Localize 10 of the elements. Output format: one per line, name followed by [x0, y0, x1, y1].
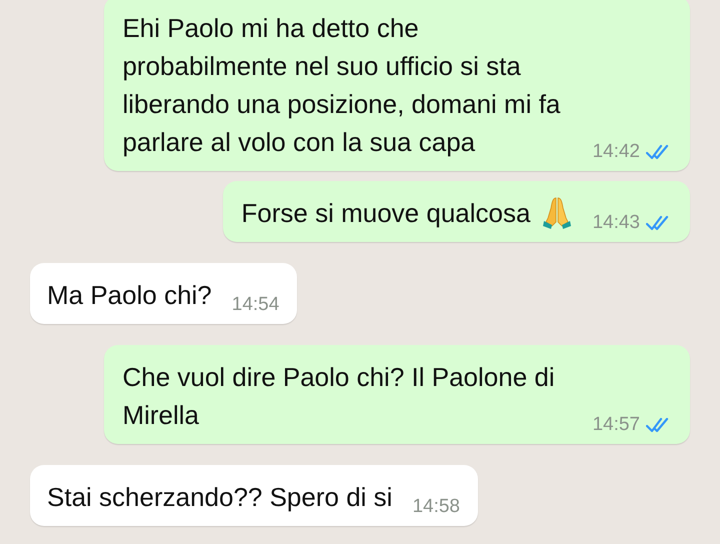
message-text: Forse si muove qualcosa	[241, 197, 530, 230]
message-time: 14:42	[592, 140, 640, 164]
message-text: Stai scherzando?? Spero di si	[47, 481, 392, 514]
message-text: Ma Paolo chi?	[47, 279, 212, 312]
message-text: Ehi Paolo mi ha detto che probabilmente nel suo ufficio si sta liberando una posizione, domani mi fa parlare al volo con la sua capa	[122, 12, 562, 159]
message-time: 14:57	[592, 413, 640, 437]
message-time: 14:43	[592, 211, 640, 235]
message-time: 14:58	[412, 495, 460, 519]
message-time: 14:54	[232, 293, 280, 317]
message-text: Che vuol dire Paolo chi? Il Paolone di Mirella	[122, 361, 556, 432]
